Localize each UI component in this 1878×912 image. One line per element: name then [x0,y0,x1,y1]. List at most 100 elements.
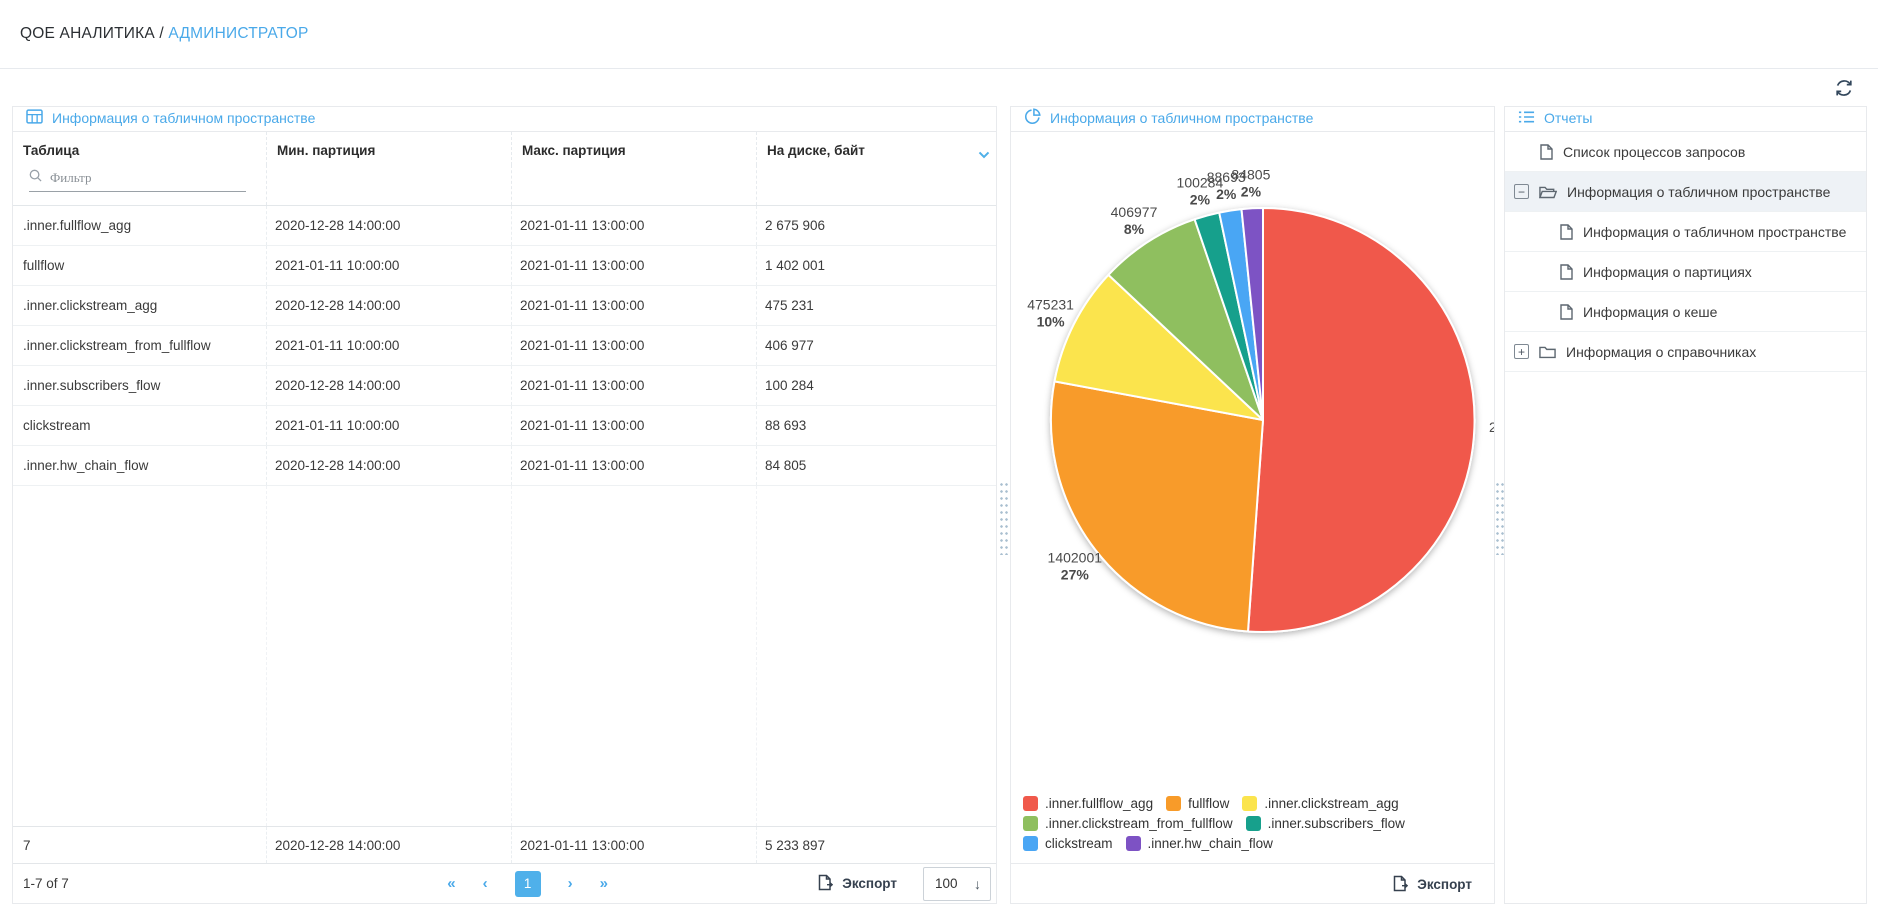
breadcrumb-current[interactable]: АДМИНИСТРАТОР [168,25,308,42]
total-min-partition: 2020-12-28 14:00:00 [266,827,511,863]
tree-item-label: Информация о табличном пространстве [1583,223,1847,240]
legend-item[interactable]: .inner.hw_chain_flow [1125,836,1273,851]
tree-item[interactable]: Информация о партициях [1505,252,1866,292]
tree-item[interactable]: − Информация о табличном пространстве [1505,172,1866,212]
file-icon [1560,263,1573,280]
cell-min-partition: 2021-01-11 10:00:00 [266,246,511,285]
first-page-button[interactable]: « [447,876,455,891]
table-row[interactable]: .inner.clickstream_from_fullflow 2021-01… [13,326,996,366]
legend-item[interactable]: .inner.clickstream_agg [1242,796,1399,811]
legend-label: .inner.hw_chain_flow [1147,836,1273,851]
tree-item[interactable]: + Информация о справочниках [1505,332,1866,372]
legend-item[interactable]: fullflow [1166,796,1229,811]
splitter-drag-handle[interactable] [1495,481,1505,555]
table-row[interactable]: fullflow 2021-01-11 10:00:00 2021-01-11 … [13,246,996,286]
legend-item[interactable]: .inner.clickstream_from_fullflow [1023,816,1233,831]
table-row[interactable]: .inner.hw_chain_flow 2020-12-28 14:00:00… [13,446,996,486]
chart-panel-header: Информация о табличном пространстве [1011,107,1494,132]
page-size-select[interactable]: 100 ↓ [923,866,991,901]
panel-splitter-right[interactable] [1495,106,1505,904]
svg-text:140200127%: 1402001 27% [1048,550,1103,583]
cell-min-partition: 2021-01-11 10:00:00 [266,326,511,365]
sort-descending-icon[interactable] [978,147,990,162]
cell-max-partition: 2021-01-11 13:00:00 [511,286,756,325]
table-filter[interactable] [29,169,246,192]
legend-swatch [1166,796,1182,811]
legend-item[interactable]: .inner.fullflow_agg [1023,796,1153,811]
top-bar: QOE АНАЛИТИКА / АДМИНИСТРАТОР [0,0,1878,69]
column-header-min-partition[interactable]: Мин. партиция [266,132,511,165]
tree-item-label: Информация о партициях [1583,263,1752,280]
cell-max-partition: 2021-01-11 13:00:00 [511,206,756,245]
collapse-box-icon[interactable]: − [1514,184,1529,199]
pie-slice [1049,380,1264,633]
reports-panel: Отчеты Список процессов запросов − Инфор… [1504,106,1867,904]
reports-panel-title: Отчеты [1544,110,1593,126]
tool-strip [0,69,1878,106]
tree-item[interactable]: Информация о кеше [1505,292,1866,332]
legend-swatch [1023,836,1038,851]
breadcrumb-root: QOE АНАЛИТИКА [20,25,155,42]
file-icon [1540,143,1553,160]
legend-swatch [1242,796,1258,811]
cell-min-partition: 2020-12-28 14:00:00 [266,446,511,485]
last-page-button[interactable]: » [600,876,608,891]
legend-label: .inner.subscribers_flow [1267,816,1405,831]
table-export-button[interactable]: Экспорт [817,874,897,894]
reports-panel-header: Отчеты [1505,107,1866,132]
legend-swatch [1023,816,1038,831]
list-icon [1518,110,1535,127]
table-body: .inner.fullflow_agg 2020-12-28 14:00:00 … [13,206,996,486]
table-row[interactable]: .inner.subscribers_flow 2020-12-28 14:00… [13,366,996,406]
legend-label: fullflow [1188,796,1230,811]
panel-splitter-left[interactable] [997,106,1010,904]
expand-box-icon[interactable]: + [1514,344,1529,359]
table-row[interactable]: .inner.fullflow_agg 2020-12-28 14:00:00 … [13,206,996,246]
table-total-row: 7 2020-12-28 14:00:00 2021-01-11 13:00:0… [13,826,996,863]
prev-page-button[interactable]: ‹ [483,876,488,891]
cell-max-partition: 2021-01-11 13:00:00 [511,406,756,445]
legend-item[interactable]: clickstream [1023,836,1113,851]
table-empty-area [13,486,996,826]
total-count: 7 [23,837,31,853]
pie-chart-icon [1024,108,1041,128]
legend-item[interactable]: .inner.subscribers_flow [1245,816,1405,831]
filter-input[interactable] [48,169,218,187]
tree-item[interactable]: Информация о табличном пространстве [1505,212,1866,252]
chart-export-button[interactable]: Экспорт [1392,875,1472,895]
cell-table-name: .inner.clickstream_from_fullflow [23,338,211,353]
search-icon [29,169,42,187]
cell-disk-bytes: 88 693 [756,406,996,445]
tablespace-table-panel: Информация о табличном пространстве Табл… [12,106,997,904]
export-icon [1392,875,1409,895]
page-1-button[interactable]: 1 [514,870,541,897]
total-disk-bytes: 5 233 897 [756,827,996,863]
svg-text:4069778%: 406977 8% [1111,204,1158,237]
tree-item[interactable]: Список процессов запросов [1505,132,1866,172]
svg-text:2675906 51%: 2675906 51% [1489,419,1494,435]
refresh-icon[interactable] [1834,78,1854,98]
column-header-disk-bytes[interactable]: На диске, байт [756,132,996,165]
cell-min-partition: 2020-12-28 14:00:00 [266,286,511,325]
table-row[interactable]: clickstream 2021-01-11 10:00:00 2021-01-… [13,406,996,446]
cell-table-name: .inner.fullflow_agg [23,218,132,233]
cell-max-partition: 2021-01-11 13:00:00 [511,446,756,485]
table-panel-header: Информация о табличном пространстве [13,107,996,132]
pie-chart[interactable]: 2675906 51%140200127%47523110%4069778%10… [1011,132,1494,790]
column-header-max-partition[interactable]: Макс. партиция [511,132,756,165]
column-header-table[interactable]: Таблица [13,132,266,165]
table-row[interactable]: .inner.clickstream_agg 2020-12-28 14:00:… [13,286,996,326]
next-page-button[interactable]: › [568,876,573,891]
folder-open-icon [1539,185,1557,199]
cell-disk-bytes: 84 805 [756,446,996,485]
legend-swatch [1023,796,1038,811]
cell-disk-bytes: 2 675 906 [756,206,996,245]
cell-min-partition: 2021-01-11 10:00:00 [266,406,511,445]
folder-icon [1539,345,1556,359]
cell-table-name: .inner.clickstream_agg [23,298,158,313]
legend-label: .inner.clickstream_from_fullflow [1045,816,1233,831]
splitter-drag-handle[interactable] [999,481,1009,555]
table-grid-icon [26,109,43,127]
cell-disk-bytes: 100 284 [756,366,996,405]
cell-disk-bytes: 406 977 [756,326,996,365]
